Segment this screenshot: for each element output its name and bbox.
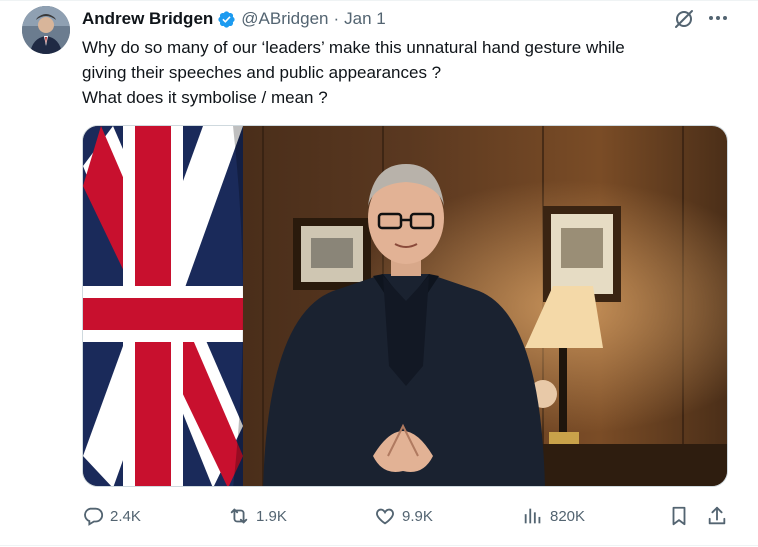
retweet-count: 1.9K — [256, 507, 287, 525]
reply-icon — [84, 507, 104, 526]
like-icon — [376, 508, 394, 525]
author-handle[interactable]: @ABridgen — [241, 9, 328, 29]
views-icon — [524, 508, 541, 524]
more-icon[interactable] — [707, 7, 729, 29]
author-name[interactable]: Andrew Bridgen — [82, 9, 213, 29]
avatar[interactable] — [22, 6, 70, 54]
avatar-image — [22, 6, 70, 54]
tweet-photo[interactable] — [82, 125, 728, 487]
views-button[interactable]: 820K — [522, 505, 585, 527]
tweet-text: Why do so many of our ‘leaders’ make thi… — [82, 38, 625, 107]
views-count: 820K — [550, 507, 586, 525]
top-divider — [0, 0, 758, 1]
tweet-actions: 2.4K 1.9K 9.9K 820K — [0, 501, 758, 533]
share-icon — [708, 506, 726, 525]
grok-icon[interactable] — [672, 7, 696, 31]
like-button[interactable]: 9.9K — [374, 505, 433, 527]
bookmark-icon — [672, 506, 686, 526]
retweet-icon — [230, 508, 248, 524]
reply-count: 2.4K — [110, 507, 141, 525]
verified-badge-icon[interactable] — [217, 10, 236, 29]
header-separator: · — [333, 9, 340, 28]
tweet-date[interactable]: Jan 1 — [344, 9, 386, 29]
share-button[interactable] — [706, 505, 728, 527]
bookmark-button[interactable] — [668, 505, 690, 527]
bottom-divider — [0, 545, 758, 546]
tweet-header: Andrew Bridgen @ABridgen · Jan 1 — [82, 8, 386, 30]
retweet-button[interactable]: 1.9K — [228, 505, 287, 527]
like-count: 9.9K — [402, 507, 433, 525]
reply-button[interactable]: 2.4K — [82, 505, 141, 527]
